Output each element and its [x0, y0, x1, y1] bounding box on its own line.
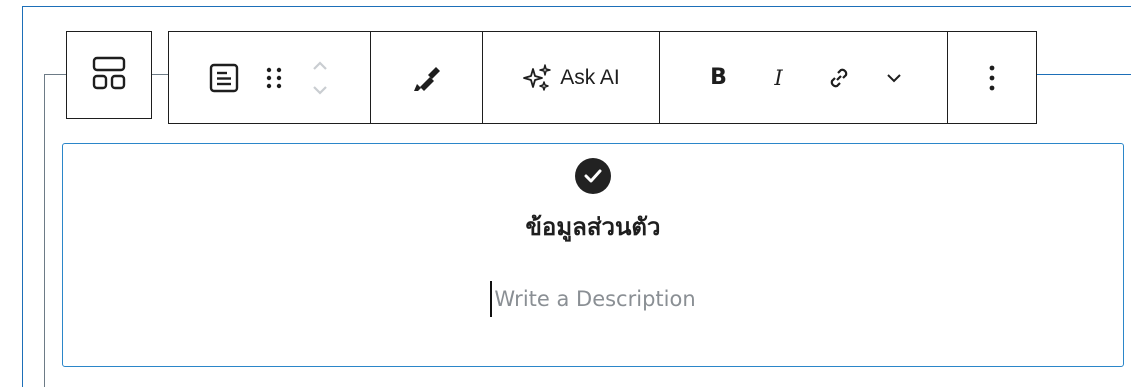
- drag-handle-icon: [265, 65, 283, 91]
- block-controls-group: [169, 32, 370, 123]
- left-connector-stub: [44, 74, 66, 75]
- block-layout-icon: [92, 56, 126, 95]
- link-icon: [826, 65, 852, 91]
- check-icon: [575, 158, 611, 194]
- text-caret: [490, 281, 493, 317]
- paragraph-card-button[interactable]: [209, 63, 239, 93]
- style-group: [370, 32, 482, 123]
- bold-button[interactable]: B: [689, 65, 749, 90]
- link-button[interactable]: [809, 65, 869, 91]
- description-placeholder: Write a Description: [494, 287, 696, 311]
- ai-sparkle-icon: [522, 63, 552, 93]
- frame-top-line: [22, 6, 1131, 7]
- left-connector-line: [44, 74, 45, 387]
- move-up-down-icon: [309, 56, 331, 100]
- mid-connector-stub: [151, 74, 169, 75]
- ask-ai-button[interactable]: Ask AI: [522, 63, 620, 93]
- format-group: B I: [659, 32, 947, 123]
- right-connector-line: [1036, 74, 1131, 75]
- ai-group: Ask AI: [482, 32, 659, 123]
- content-block[interactable]: ข้อมูลส่วนตัว Write a Description: [62, 143, 1124, 367]
- block-layout-button[interactable]: [66, 31, 152, 119]
- description-input[interactable]: Write a Description: [63, 281, 1123, 318]
- ask-ai-label: Ask AI: [560, 65, 620, 89]
- drag-handle-button[interactable]: [265, 65, 283, 91]
- more-formats-button[interactable]: [869, 73, 919, 83]
- frame-left-line: [22, 6, 23, 387]
- paragraph-card-icon: [209, 63, 239, 93]
- chevron-down-icon: [886, 73, 902, 83]
- options-group: [947, 32, 1036, 123]
- more-options-icon: [988, 64, 996, 92]
- highlighter-button[interactable]: [412, 63, 442, 93]
- move-up-down-button[interactable]: [309, 56, 331, 100]
- block-title[interactable]: ข้อมูลส่วนตัว: [63, 207, 1123, 246]
- block-toolbar: Ask AI B I: [168, 31, 1037, 124]
- italic-button[interactable]: I: [749, 66, 809, 90]
- more-options-button[interactable]: [988, 64, 996, 92]
- highlighter-icon: [412, 63, 442, 93]
